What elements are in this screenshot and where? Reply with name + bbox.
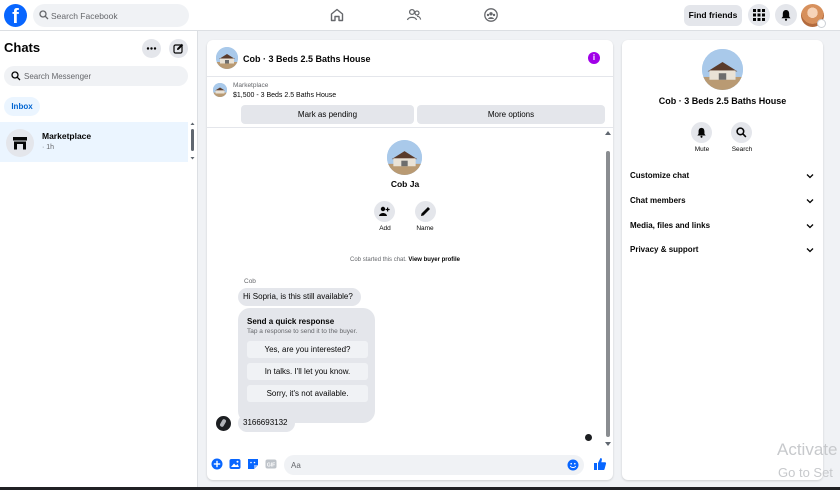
section-label: Privacy & support [630, 245, 699, 254]
conversation-time: · 1h [42, 144, 55, 151]
message-input[interactable] [291, 455, 561, 475]
compose-icon [173, 43, 184, 54]
listing-price-title[interactable]: $1,500 - 3 Beds 2.5 Baths House [233, 92, 336, 99]
pencil-icon [421, 207, 430, 216]
add-person-icon [379, 206, 390, 216]
info-icon[interactable]: i [588, 52, 600, 64]
new-message-button[interactable] [169, 39, 188, 58]
name-button[interactable] [415, 201, 436, 222]
friends-icon[interactable] [406, 7, 422, 23]
chat-header: Cob · 3 Beds 2.5 Baths House i [207, 40, 613, 77]
message-bubble[interactable]: 3166693132 [238, 414, 295, 432]
find-friends-button[interactable]: Find friends [684, 5, 742, 26]
message-composer: GIF [207, 450, 613, 480]
chat-info-title: Cob · 3 Beds 2.5 Baths House [658, 96, 787, 106]
name-label: Name [416, 225, 434, 232]
svg-text:GIF: GIF [267, 462, 275, 468]
groups-icon[interactable] [483, 7, 499, 23]
inbox-filter-tab[interactable]: Inbox [4, 97, 40, 116]
chevron-down-icon [806, 174, 814, 179]
bell-icon [781, 10, 791, 21]
search-icon [736, 127, 747, 138]
marketplace-avatar [6, 129, 34, 157]
message-bubble[interactable]: Hi Sopria, is this still available? [238, 288, 361, 306]
messenger-search-input[interactable] [24, 66, 184, 86]
listing-thumbnail[interactable] [216, 47, 238, 69]
profile-avatar[interactable] [387, 140, 422, 175]
search-label: Search [731, 146, 753, 153]
customize-chat-section[interactable]: Customize chat [630, 166, 816, 186]
thumbs-up-icon[interactable] [593, 457, 607, 471]
read-receipt-avatar [585, 434, 592, 441]
search-icon [39, 10, 49, 20]
chevron-down-icon [806, 248, 814, 253]
chevron-down-icon [806, 199, 814, 204]
menu-button[interactable] [748, 4, 770, 26]
search-icon [11, 71, 21, 81]
section-label: Chat members [630, 196, 686, 205]
message-thread: Cob Ja Add Name Cob started this chat. V… [207, 129, 613, 450]
messenger-search [4, 66, 188, 86]
plus-icon[interactable] [211, 458, 223, 470]
privacy-support-section[interactable]: Privacy & support [630, 240, 816, 260]
mark-as-pending-button[interactable]: Mark as pending [241, 105, 414, 124]
chat-started-notice: Cob started this chat. View buyer profil… [207, 257, 603, 263]
more-dots-icon [146, 47, 157, 50]
started-text: Cob started this chat. [350, 257, 407, 263]
add-label: Add [379, 225, 391, 232]
storefront-icon [13, 137, 27, 150]
activate-watermark-line1: Activate [777, 440, 838, 459]
chevron-down-icon [806, 224, 814, 229]
quick-response-subtitle: Tap a response to send it to the buyer. [247, 328, 358, 335]
account-chevron-icon[interactable] [817, 19, 826, 28]
marketplace-listing-bar: Marketplace $1,500 - 3 Beds 2.5 Baths Ho… [207, 78, 613, 128]
quick-response-title: Send a quick response [247, 317, 335, 326]
bell-icon [697, 127, 706, 138]
quick-response-option[interactable]: Sorry, it's not available. [247, 385, 368, 402]
quick-response-option[interactable]: Yes, are you interested? [247, 341, 368, 358]
listing-small-thumbnail [213, 83, 227, 97]
notifications-button[interactable] [775, 4, 797, 26]
sticker-icon[interactable] [247, 458, 259, 470]
photo-icon[interactable] [229, 458, 241, 470]
quick-response-option[interactable]: In talks. I'll let you know. [247, 363, 368, 380]
view-buyer-profile-link[interactable]: View buyer profile [408, 257, 460, 263]
media-files-links-section[interactable]: Media, files and links [630, 216, 816, 236]
search-in-chat-button[interactable] [731, 122, 752, 143]
add-button[interactable] [374, 201, 395, 222]
chat-info-panel: Cob · 3 Beds 2.5 Baths House Mute Search… [622, 40, 823, 480]
profile-name: Cob Ja [390, 179, 420, 189]
chat-members-section[interactable]: Chat members [630, 191, 816, 211]
sender-name: Cob [244, 278, 256, 285]
quick-response-card: Send a quick response Tap a response to … [238, 308, 375, 423]
sidebar-scrollbar[interactable] [190, 122, 195, 162]
conversation-marketplace[interactable]: Marketplace · 1h [0, 122, 188, 162]
chats-title: Chats [4, 40, 41, 55]
activate-watermark-line2: Go to Set [778, 465, 833, 480]
section-label: Media, files and links [630, 221, 711, 230]
mute-button[interactable] [691, 122, 712, 143]
top-navigation-bar: f Find friends [0, 0, 840, 31]
facebook-search-input[interactable] [51, 4, 185, 27]
chats-sidebar: Chats Inbox Marketplace · 1h [0, 31, 198, 490]
grid-menu-icon [753, 9, 765, 21]
facebook-logo[interactable]: f [4, 4, 27, 28]
chats-options-button[interactable] [142, 39, 161, 58]
facebook-search [33, 4, 189, 27]
emoji-icon[interactable] [567, 459, 579, 471]
chat-panel: Cob · 3 Beds 2.5 Baths House i Marketpla… [207, 40, 613, 480]
message-input-box [284, 455, 584, 475]
more-options-button[interactable]: More options [417, 105, 605, 124]
section-label: Customize chat [630, 171, 690, 180]
thread-scrollbar[interactable] [603, 129, 613, 450]
marketplace-label: Marketplace [233, 82, 269, 89]
mute-label: Mute [694, 146, 710, 153]
chat-title[interactable]: Cob · 3 Beds 2.5 Baths House [243, 54, 371, 64]
gif-icon[interactable]: GIF [265, 458, 277, 470]
sender-avatar[interactable] [216, 416, 231, 431]
chat-info-avatar[interactable] [702, 49, 743, 90]
conversation-name: Marketplace [42, 131, 92, 141]
home-icon[interactable] [329, 7, 345, 23]
